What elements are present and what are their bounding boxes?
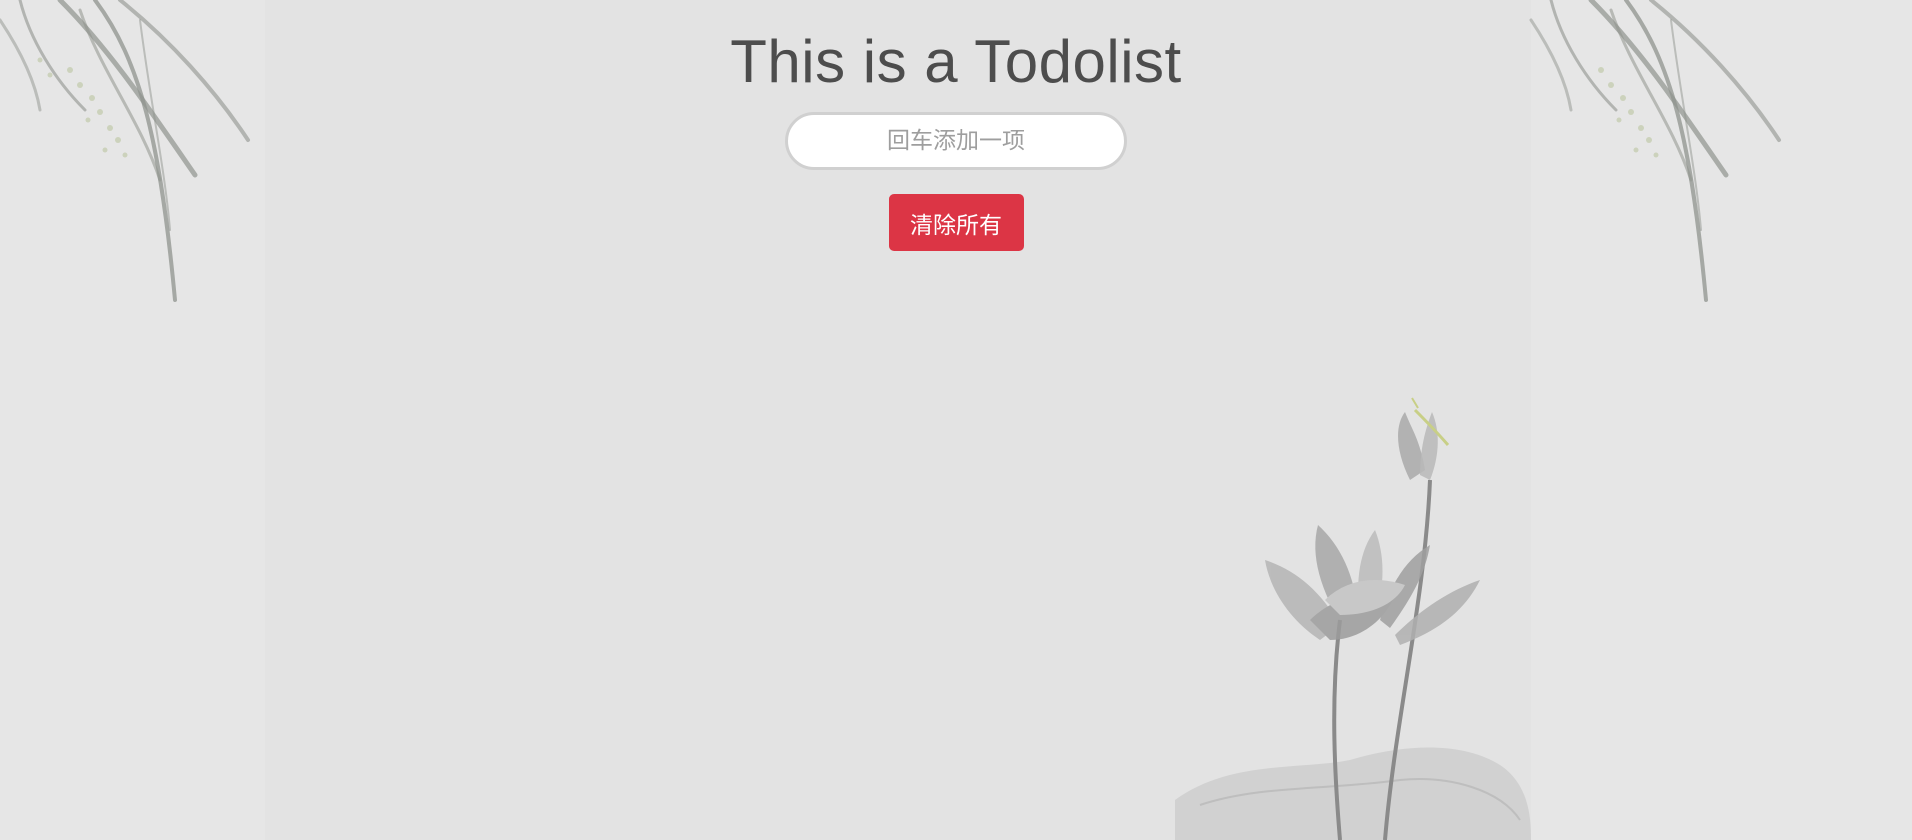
page-title: This is a Todolist <box>730 28 1182 95</box>
todo-input-wrapper <box>785 112 1127 170</box>
todolist-content: This is a Todolist 清除所有 <box>0 0 1912 251</box>
clear-all-button[interactable]: 清除所有 <box>888 194 1024 251</box>
todo-add-input[interactable] <box>785 112 1127 170</box>
todolist-page: This is a Todolist 清除所有 <box>0 0 1912 840</box>
lotus-painting-art <box>1175 397 1531 840</box>
